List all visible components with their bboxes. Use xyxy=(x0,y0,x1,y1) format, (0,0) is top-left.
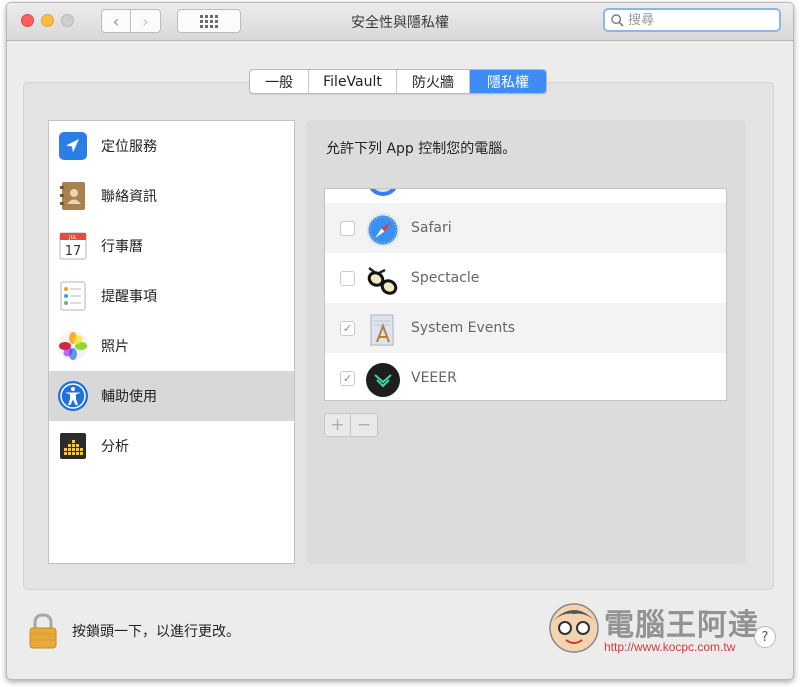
sidebar-item-reminders[interactable]: 提醒事項 xyxy=(49,271,294,321)
calendar-icon: JUL 17 xyxy=(59,232,87,260)
sidebar-item-contacts[interactable]: 聯絡資訊 xyxy=(49,171,294,221)
spectacle-checkbox[interactable] xyxy=(340,270,355,286)
sidebar-item-label: 輔助使用 xyxy=(101,389,157,405)
add-app-button[interactable]: + xyxy=(325,414,351,436)
list-item: ✓ System Events xyxy=(325,303,726,353)
app-name: VEEER xyxy=(411,370,457,386)
safari-compass-icon xyxy=(366,213,400,247)
sidebar-item-photos[interactable]: 照片 xyxy=(49,321,294,371)
pane-heading: 允許下列 App 控制您的電腦。 xyxy=(326,141,517,157)
tab-filevault[interactable]: FileVault xyxy=(309,70,397,93)
spectacle-glasses-icon xyxy=(367,267,398,295)
search-icon xyxy=(611,13,624,27)
safari-checkbox[interactable] xyxy=(340,220,355,236)
tab-general[interactable]: 一般 xyxy=(250,70,309,93)
title-bar: ‹ › 安全性與隱私權 xyxy=(7,3,793,41)
tab-bar: 一般 FileVault 防火牆 隱私權 xyxy=(249,69,547,94)
lock-icon[interactable] xyxy=(28,612,58,650)
help-button[interactable]: ? xyxy=(754,626,776,648)
sidebar-item-label: 分析 xyxy=(101,439,129,455)
checkmark-icon: ✓ xyxy=(342,321,353,335)
privacy-category-list: 定位服務 聯絡資訊 JUL 17 行事曆 提醒事項 照片 輔助使用 分析 xyxy=(48,120,295,564)
sidebar-item-label: 定位服務 xyxy=(101,139,157,155)
sidebar-item-label: 提醒事項 xyxy=(101,289,157,305)
list-item: ✓ VEEER xyxy=(325,353,726,400)
lock-area: 按鎖頭一下，以進行更改。 xyxy=(28,612,240,650)
sidebar-item-location-services[interactable]: 定位服務 xyxy=(49,121,294,171)
reminders-list-icon xyxy=(60,281,86,311)
accessibility-icon xyxy=(58,381,88,411)
app-icon-partial xyxy=(369,189,397,196)
app-name: Safari xyxy=(411,220,452,236)
add-remove-controls: + − xyxy=(324,413,378,437)
veeer-icon xyxy=(366,363,400,397)
list-item: Spectacle xyxy=(325,253,726,303)
system-events-checkbox[interactable]: ✓ xyxy=(340,320,355,336)
checkmark-icon: ✓ xyxy=(342,371,353,385)
app-name: Spectacle xyxy=(411,270,480,286)
svg-text:JUL: JUL xyxy=(68,235,77,241)
tab-privacy[interactable]: 隱私權 xyxy=(470,70,546,93)
sidebar-item-label: 行事曆 xyxy=(101,239,143,255)
remove-app-button[interactable]: − xyxy=(351,414,377,436)
system-events-icon xyxy=(370,314,394,346)
accessibility-pane: 允許下列 App 控制您的電腦。 Safari Spectacle ✓ Syst… xyxy=(306,120,746,564)
app-name: System Events xyxy=(411,320,516,336)
lock-message: 按鎖頭一下，以進行更改。 xyxy=(72,624,240,640)
svg-text:17: 17 xyxy=(65,244,82,259)
analytics-chart-icon xyxy=(60,433,86,459)
photos-flower-icon xyxy=(58,331,88,361)
search-field[interactable] xyxy=(603,8,781,32)
sidebar-item-label: 照片 xyxy=(101,339,129,355)
veeer-checkbox[interactable]: ✓ xyxy=(340,370,355,386)
sidebar-item-accessibility[interactable]: 輔助使用 xyxy=(49,371,294,421)
sidebar-item-label: 聯絡資訊 xyxy=(101,189,157,205)
list-item: Safari xyxy=(325,203,726,253)
location-arrow-icon xyxy=(59,132,87,160)
search-input[interactable] xyxy=(628,12,768,28)
tab-firewall[interactable]: 防火牆 xyxy=(397,70,470,93)
sidebar-item-analytics[interactable]: 分析 xyxy=(49,421,294,471)
list-item xyxy=(325,189,726,203)
sidebar-item-calendar[interactable]: JUL 17 行事曆 xyxy=(49,221,294,271)
app-list[interactable]: Safari Spectacle ✓ System Events ✓ VEEER xyxy=(324,188,727,401)
contacts-book-icon xyxy=(60,182,85,210)
